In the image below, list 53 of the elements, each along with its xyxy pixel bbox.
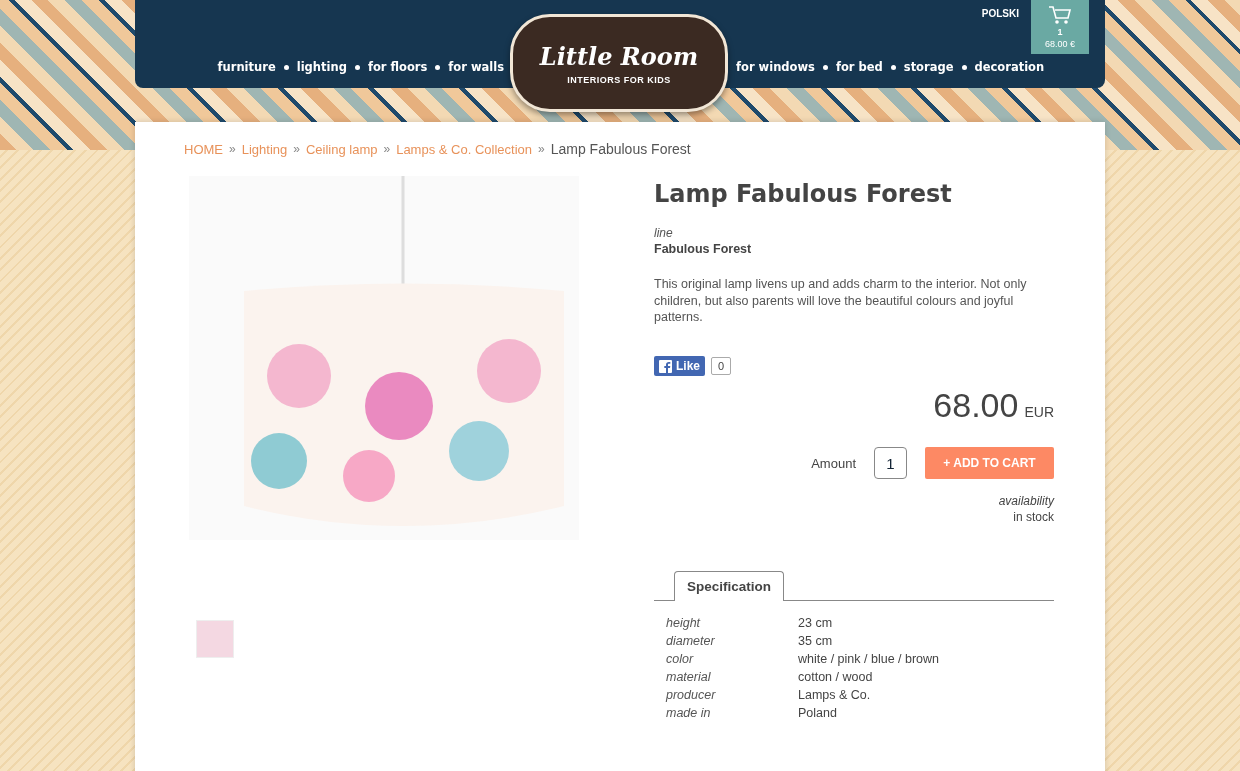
nav-link[interactable]: for bed xyxy=(835,60,883,74)
breadcrumb-separator: » xyxy=(293,142,300,156)
spec-name: color xyxy=(666,651,695,668)
logo-subtitle: INTERIORS FOR KIDS xyxy=(567,74,671,85)
spec-value: 35 cm xyxy=(798,633,834,650)
bullet-icon xyxy=(961,64,967,70)
spec-name: producer xyxy=(666,687,717,704)
amount-label: Amount xyxy=(811,455,856,471)
product-title: Lamp Fabulous Forest xyxy=(654,180,953,208)
cart-count: 1 xyxy=(1057,27,1063,37)
language-link[interactable]: POLSKI xyxy=(981,8,1019,19)
nav-link[interactable]: storage xyxy=(903,60,954,74)
bullet-icon xyxy=(822,64,828,70)
thumbnail-image[interactable] xyxy=(196,620,234,658)
like-count: 0 xyxy=(711,357,732,375)
breadcrumb-separator: » xyxy=(229,142,236,156)
spec-name: material xyxy=(666,669,712,686)
currency: EUR xyxy=(1024,404,1054,420)
spec-name: height xyxy=(666,615,702,632)
spec-value: Poland xyxy=(798,705,838,722)
line-label: line xyxy=(654,226,674,240)
facebook-icon xyxy=(659,359,672,373)
like-button[interactable]: Like xyxy=(654,356,705,376)
amount-field[interactable]: 1 xyxy=(874,447,907,479)
spec-value: cotton / wood xyxy=(798,669,874,686)
line-name: Fabulous Forest xyxy=(654,242,753,256)
breadcrumb-separator: » xyxy=(383,142,391,156)
cart-icon xyxy=(1047,5,1073,25)
price: 68.00 xyxy=(933,386,1019,425)
bullet-icon xyxy=(890,64,896,70)
breadcrumb-separator: » xyxy=(538,142,545,156)
breadcrumb-current: Lamp Fabulous Forest xyxy=(550,141,691,157)
cart-total: 68.00 € xyxy=(1045,39,1075,49)
bullet-icon xyxy=(354,64,360,70)
nav-link[interactable]: furniture xyxy=(217,60,276,74)
tab[interactable]: Specification xyxy=(674,571,785,601)
nav-link[interactable]: lighting xyxy=(296,60,347,74)
product-description: This original lamp livens up and adds charm to the interior. Not only children, but also parents will love the beautiful colours and joyful patterns. xyxy=(654,276,1028,326)
nav-link[interactable]: for windows xyxy=(736,60,815,74)
logo-title: Little Room xyxy=(539,41,699,71)
nav-link[interactable]: for floors xyxy=(367,60,428,74)
spec-name: made in xyxy=(666,705,712,722)
bullet-icon xyxy=(283,64,289,70)
logo[interactable]: Little Room INTERIORS FOR KIDS xyxy=(510,14,728,112)
nav-link[interactable]: for walls xyxy=(448,60,504,74)
spec-value: white / pink / blue / brown xyxy=(798,651,941,668)
spec-value: 23 cm xyxy=(798,615,834,632)
bullet-icon xyxy=(435,64,441,70)
spec-value: Lamps & Co. xyxy=(798,687,872,704)
availability-label: availability xyxy=(998,493,1054,509)
spec-name: diameter xyxy=(666,633,716,650)
nav-link[interactable]: decoration xyxy=(974,60,1045,74)
availability-status: in stock xyxy=(1013,509,1054,525)
